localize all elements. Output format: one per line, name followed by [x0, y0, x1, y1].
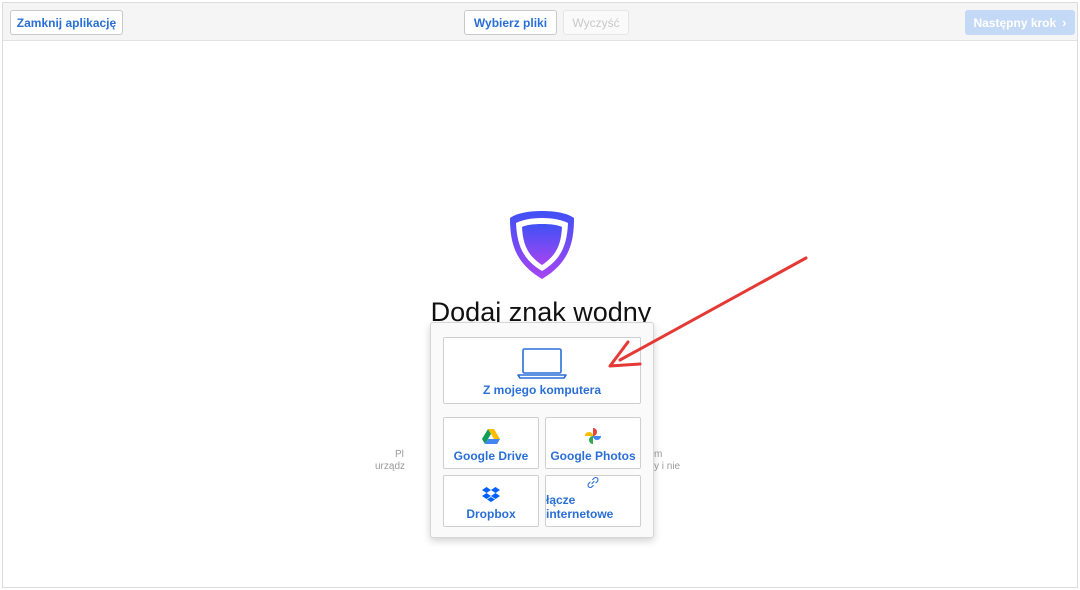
google-photos-option[interactable]: Google Photos [545, 417, 641, 469]
app-window: Zamknij aplikację Wybierz pliki Wyczyść … [2, 2, 1078, 588]
link-icon [587, 477, 599, 488]
google-drive-icon [482, 429, 500, 444]
close-app-button[interactable]: Zamknij aplikację [10, 10, 123, 35]
web-link-label: łącze internetowe [546, 493, 614, 521]
clear-button[interactable]: Wyczyść [563, 10, 629, 35]
background-text-right-1: m [654, 449, 663, 460]
top-toolbar: Zamknij aplikację Wybierz pliki Wyczyść … [3, 3, 1077, 41]
from-my-computer-label: Z mojego komputera [482, 383, 601, 397]
from-my-computer-option[interactable]: Z mojego komputera [443, 337, 641, 404]
choose-files-button[interactable]: Wybierz pliki [464, 10, 557, 35]
shield-logo-icon [510, 211, 574, 279]
next-step-button[interactable]: Następny krok › [965, 10, 1075, 35]
google-photos-icon [585, 428, 601, 444]
laptop-icon [517, 348, 567, 379]
background-text-right-2: y i nie [654, 461, 681, 472]
google-photos-label: Google Photos [550, 449, 636, 463]
web-link-option[interactable]: łącze internetowe [545, 475, 641, 527]
dropbox-icon [482, 487, 500, 502]
chevron-right-icon: › [1062, 15, 1067, 30]
google-drive-label: Google Drive [453, 449, 529, 463]
upload-source-menu: Z mojego komputera Google Drive Google P… [430, 322, 654, 538]
next-step-label: Następny krok [973, 15, 1057, 30]
dropbox-option[interactable]: Dropbox [443, 475, 539, 527]
background-text-left-1: Pl [395, 449, 404, 460]
dropbox-label: Dropbox [466, 507, 516, 521]
google-drive-option[interactable]: Google Drive [443, 417, 539, 469]
background-text-left-2: urządz [375, 461, 406, 472]
